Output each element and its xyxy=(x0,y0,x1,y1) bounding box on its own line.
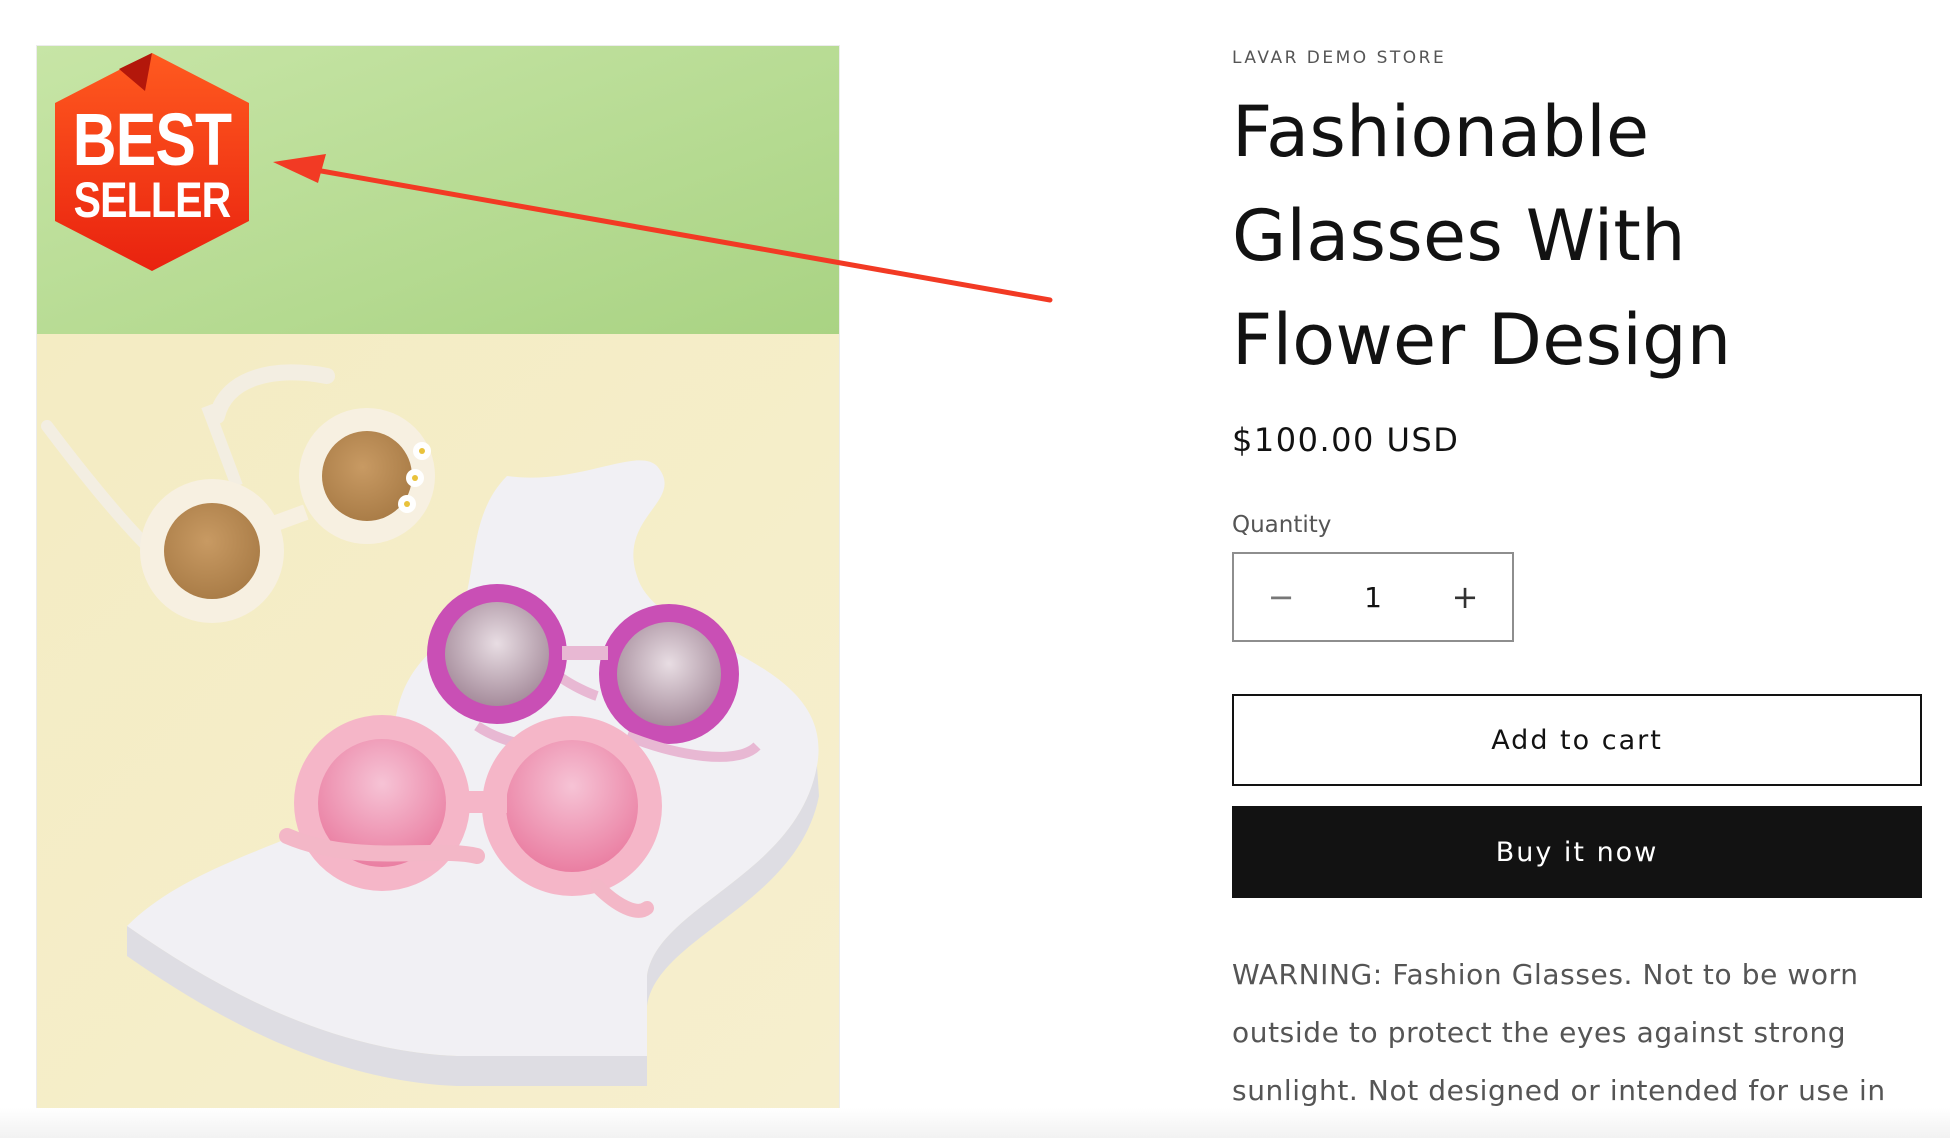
product-image[interactable]: BEST SELLER xyxy=(36,45,840,1115)
decrease-quantity-button[interactable]: − xyxy=(1234,554,1328,640)
product-info: LAVAR DEMO STORE Fashionable Glasses Wit… xyxy=(1232,40,1922,1138)
page-bottom-edge xyxy=(0,1108,1950,1138)
quantity-label: Quantity xyxy=(1232,512,1332,538)
quantity-input[interactable] xyxy=(1331,579,1415,615)
buy-it-now-button[interactable]: Buy it now xyxy=(1232,806,1922,898)
minus-icon: − xyxy=(1267,578,1295,616)
add-to-cart-button[interactable]: Add to cart xyxy=(1232,694,1922,786)
quantity-stepper: − + xyxy=(1232,552,1514,642)
vendor-name: LAVAR DEMO STORE xyxy=(1232,48,1447,68)
product-title: Fashionable Glasses With Flower Design xyxy=(1232,91,1732,381)
plus-icon: + xyxy=(1451,578,1479,616)
best-seller-badge: BEST SELLER xyxy=(49,51,255,273)
increase-quantity-button[interactable]: + xyxy=(1418,554,1512,640)
product-price: $100.00 USD xyxy=(1232,421,1460,459)
product-page: BEST SELLER LAVAR DEMO STORE Fashionable… xyxy=(0,0,1950,1138)
badge-text-seller: SELLER xyxy=(73,172,232,228)
badge-text-best: BEST xyxy=(72,98,232,181)
